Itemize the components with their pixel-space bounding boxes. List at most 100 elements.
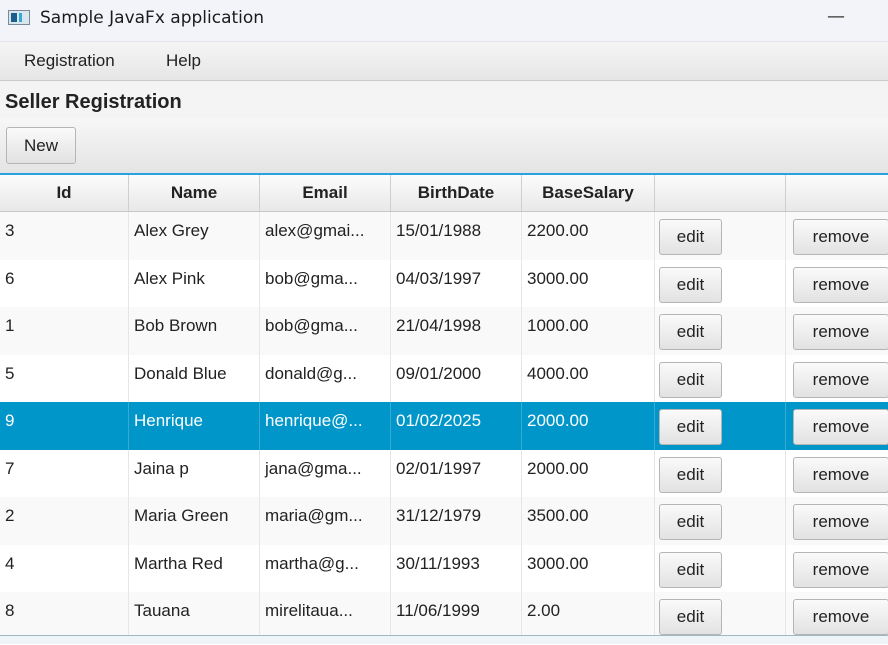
remove-button[interactable]: remove — [793, 456, 888, 493]
menu-bar: Registration Help — [0, 42, 888, 81]
cell-name: Alex Pink — [129, 259, 260, 307]
cell-name: Donald Blue — [129, 354, 260, 402]
cell-basesalary: 3500.00 — [522, 497, 655, 545]
cell-birthdate: 15/01/1988 — [391, 212, 522, 260]
cell-basesalary: 2000.00 — [522, 449, 655, 497]
cell-remove: remove — [786, 355, 888, 403]
menu-help[interactable]: Help — [166, 51, 201, 71]
cell-edit: edit — [655, 354, 786, 402]
table-row[interactable]: 2 Maria Green maria@gm... 31/12/1979 3500.00… — [0, 497, 888, 545]
cell-birthdate: 11/06/1999 — [391, 592, 522, 640]
remove-button[interactable]: remove — [793, 361, 888, 398]
cell-id: 3 — [0, 212, 129, 260]
remove-button[interactable]: remove — [793, 504, 888, 540]
remove-button[interactable]: remove — [793, 599, 888, 635]
cell-edit: edit — [655, 307, 786, 355]
cell-id: 6 — [0, 259, 129, 307]
cell-id: 2 — [0, 497, 129, 545]
cell-name: Bob Brown — [129, 307, 260, 355]
column-header-basesalary[interactable]: BaseSalary — [522, 175, 655, 211]
edit-button[interactable]: edit — [659, 361, 722, 398]
cell-remove: remove — [786, 497, 888, 545]
app-icon — [8, 10, 30, 25]
cell-basesalary: 3000.00 — [522, 259, 655, 307]
cell-email: bob@gma... — [260, 307, 391, 355]
column-header-edit[interactable] — [655, 175, 786, 211]
column-header-birthdate[interactable]: BirthDate — [391, 175, 522, 211]
cell-remove: remove — [786, 402, 888, 450]
cell-name: Henrique — [129, 402, 260, 450]
cell-basesalary: 2200.00 — [522, 212, 655, 260]
cell-name: Alex Grey — [129, 212, 260, 260]
table-header: Id Name Email BirthDate BaseSalary — [0, 175, 888, 212]
edit-button[interactable]: edit — [659, 504, 722, 540]
cell-email: martha@g... — [260, 544, 391, 592]
edit-button[interactable]: edit — [659, 314, 722, 350]
toolbar: New — [0, 118, 888, 174]
edit-button[interactable]: edit — [659, 266, 722, 303]
cell-name: Jaina p — [129, 449, 260, 497]
table-row[interactable]: 1 Bob Brown bob@gma... 21/04/1998 1000.00 edi… — [0, 307, 888, 355]
cell-basesalary: 2.00 — [522, 592, 655, 640]
seller-table: Id Name Email BirthDate BaseSalary 3 Alex… — [0, 173, 888, 645]
column-header-name[interactable]: Name — [129, 175, 260, 211]
cell-id: 8 — [0, 592, 129, 640]
edit-button[interactable]: edit — [659, 599, 722, 635]
table-row[interactable]: 5 Donald Blue donald@g... 09/01/2000 4000.00… — [0, 354, 888, 403]
cell-id: 4 — [0, 544, 129, 592]
table-row[interactable]: 4 Martha Red martha@g... 30/11/1993 3000.00 e… — [0, 544, 888, 592]
remove-button[interactable]: remove — [793, 266, 888, 303]
cell-email: bob@gma... — [260, 259, 391, 307]
remove-button[interactable]: remove — [793, 551, 888, 588]
cell-basesalary: 4000.00 — [522, 354, 655, 402]
cell-edit: edit — [655, 449, 786, 497]
column-header-remove[interactable] — [786, 175, 888, 211]
cell-birthdate: 30/11/1993 — [391, 544, 522, 592]
cell-basesalary: 2000.00 — [522, 402, 655, 450]
cell-name: Tauana — [129, 592, 260, 640]
cell-email: mirelitaua... — [260, 592, 391, 640]
edit-button[interactable]: edit — [659, 409, 722, 445]
cell-birthdate: 21/04/1998 — [391, 307, 522, 355]
cell-remove: remove — [786, 592, 888, 640]
cell-basesalary: 1000.00 — [522, 307, 655, 355]
minimize-button[interactable]: — — [822, 6, 850, 32]
cell-edit: edit — [655, 402, 786, 450]
cell-birthdate: 31/12/1979 — [391, 497, 522, 545]
table-row[interactable]: 9 Henrique henrique@... 01/02/2025 2000.00 ed… — [0, 402, 888, 450]
remove-button[interactable]: remove — [793, 219, 888, 255]
cell-email: donald@g... — [260, 354, 391, 402]
remove-button[interactable]: remove — [793, 409, 888, 445]
new-seller-button[interactable]: New — [6, 127, 76, 164]
page-title: Seller Registration — [5, 91, 182, 113]
edit-button[interactable]: edit — [659, 219, 722, 255]
window-title-bar: Sample JavaFx application — — [0, 0, 888, 42]
cell-id: 5 — [0, 354, 129, 402]
menu-registration[interactable]: Registration — [24, 51, 115, 71]
column-header-id[interactable]: Id — [0, 175, 129, 211]
cell-edit: edit — [655, 259, 786, 307]
cell-remove: remove — [786, 212, 888, 260]
edit-button[interactable]: edit — [659, 456, 722, 493]
cell-email: jana@gma... — [260, 449, 391, 497]
table-row[interactable]: 7 Jaina p jana@gma... 02/01/1997 2000.00 edit… — [0, 449, 888, 497]
cell-edit: edit — [655, 212, 786, 260]
cell-remove: remove — [786, 260, 888, 308]
remove-button[interactable]: remove — [793, 314, 888, 350]
table-row[interactable]: 8 Tauana mirelitaua... 11/06/1999 2.00 edit re… — [0, 592, 888, 640]
cell-remove: remove — [786, 307, 888, 355]
cell-email: alex@gmai... — [260, 212, 391, 260]
cell-name: Martha Red — [129, 544, 260, 592]
edit-button[interactable]: edit — [659, 551, 722, 588]
cell-edit: edit — [655, 544, 786, 592]
cell-name: Maria Green — [129, 497, 260, 545]
cell-email: henrique@... — [260, 402, 391, 450]
cell-id: 9 — [0, 402, 129, 450]
cell-birthdate: 09/01/2000 — [391, 354, 522, 402]
cell-birthdate: 02/01/1997 — [391, 449, 522, 497]
column-header-email[interactable]: Email — [260, 175, 391, 211]
table-row[interactable]: 3 Alex Grey alex@gmai... 15/01/1988 2200.00 e… — [0, 212, 888, 260]
cell-email: maria@gm... — [260, 497, 391, 545]
cell-edit: edit — [655, 592, 786, 640]
table-row[interactable]: 6 Alex Pink bob@gma... 04/03/1997 3000.00 edi… — [0, 259, 888, 308]
